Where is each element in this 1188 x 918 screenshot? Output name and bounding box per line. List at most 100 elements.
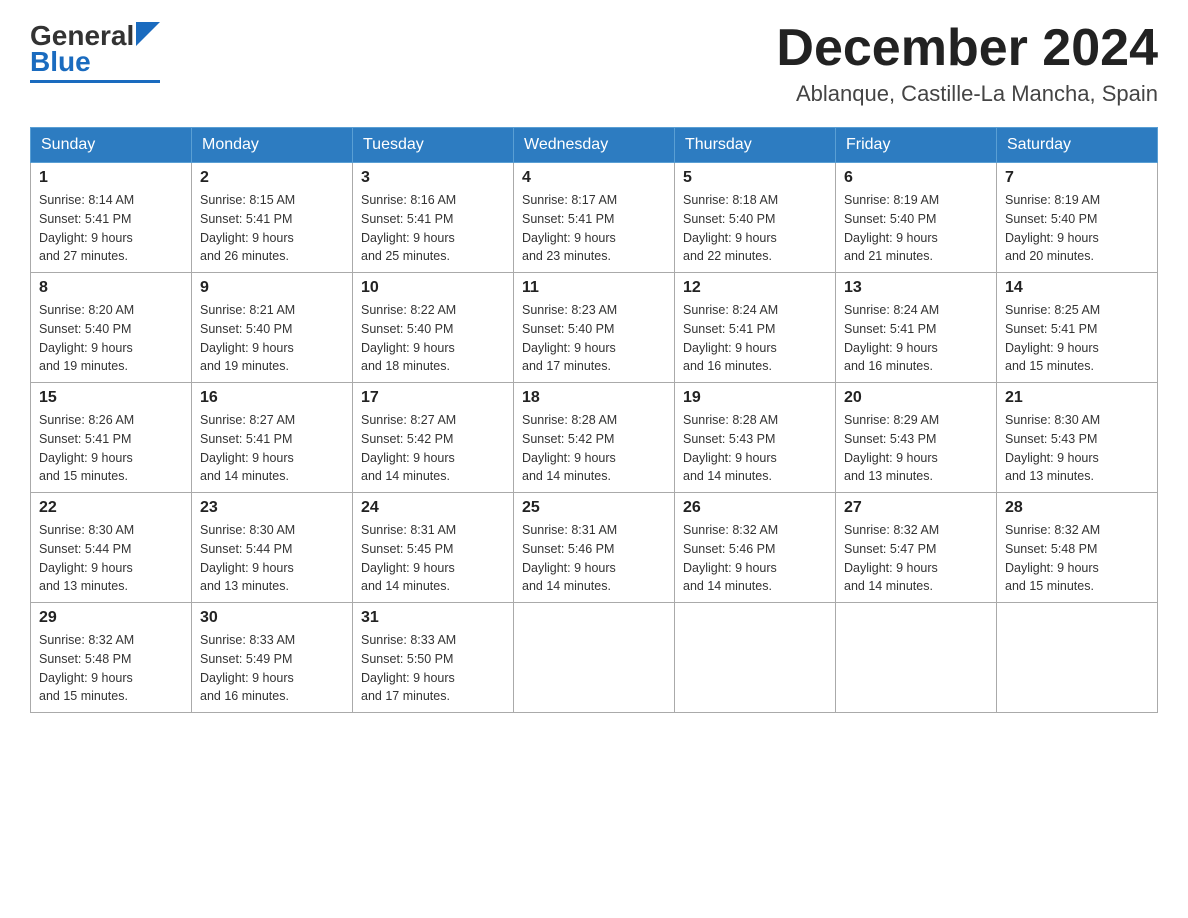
day-info: Sunrise: 8:33 AMSunset: 5:49 PMDaylight:… [200, 631, 344, 706]
calendar-cell: 16 Sunrise: 8:27 AMSunset: 5:41 PMDayligh… [192, 383, 353, 493]
day-number: 29 [39, 609, 183, 627]
weekday-header-row: SundayMondayTuesdayWednesdayThursdayFrid… [31, 128, 1158, 163]
day-info: Sunrise: 8:32 AMSunset: 5:48 PMDaylight:… [1005, 521, 1149, 596]
calendar-cell: 15 Sunrise: 8:26 AMSunset: 5:41 PMDayligh… [31, 383, 192, 493]
logo: General Blue [30, 20, 160, 83]
day-info: Sunrise: 8:24 AMSunset: 5:41 PMDaylight:… [683, 301, 827, 376]
day-info: Sunrise: 8:27 AMSunset: 5:42 PMDaylight:… [361, 411, 505, 486]
day-number: 20 [844, 389, 988, 407]
day-info: Sunrise: 8:31 AMSunset: 5:46 PMDaylight:… [522, 521, 666, 596]
logo-underline [30, 80, 160, 83]
day-info: Sunrise: 8:18 AMSunset: 5:40 PMDaylight:… [683, 191, 827, 266]
calendar-cell: 23 Sunrise: 8:30 AMSunset: 5:44 PMDayligh… [192, 493, 353, 603]
day-number: 16 [200, 389, 344, 407]
calendar-cell: 26 Sunrise: 8:32 AMSunset: 5:46 PMDayligh… [675, 493, 836, 603]
calendar-cell: 18Sunrise: 8:28 AMSunset: 5:42 PMDayligh… [514, 383, 675, 493]
calendar-cell: 9Sunrise: 8:21 AMSunset: 5:40 PMDaylight… [192, 273, 353, 383]
day-number: 24 [361, 499, 505, 517]
day-number: 4 [522, 169, 666, 187]
day-number: 10 [361, 279, 505, 297]
day-number: 2 [200, 169, 344, 187]
calendar-cell: 20 Sunrise: 8:29 AMSunset: 5:43 PMDayligh… [836, 383, 997, 493]
day-number: 8 [39, 279, 183, 297]
calendar-week-row: 8 Sunrise: 8:20 AMSunset: 5:40 PMDaylight… [31, 273, 1158, 383]
logo-blue-text: Blue [30, 46, 91, 78]
calendar-cell: 27 Sunrise: 8:32 AMSunset: 5:47 PMDayligh… [836, 493, 997, 603]
day-number: 1 [39, 169, 183, 187]
day-info: Sunrise: 8:29 AMSunset: 5:43 PMDaylight:… [844, 411, 988, 486]
weekday-header-tuesday: Tuesday [353, 128, 514, 163]
calendar-cell: 19Sunrise: 8:28 AMSunset: 5:43 PMDayligh… [675, 383, 836, 493]
day-number: 23 [200, 499, 344, 517]
calendar-cell: 13 Sunrise: 8:24 AMSunset: 5:41 PMDayligh… [836, 273, 997, 383]
calendar-cell [836, 603, 997, 713]
calendar-cell: 3Sunrise: 8:16 AMSunset: 5:41 PMDaylight… [353, 163, 514, 273]
day-info: Sunrise: 8:30 AMSunset: 5:44 PMDaylight:… [200, 521, 344, 596]
calendar-cell: 7Sunrise: 8:19 AMSunset: 5:40 PMDaylight… [997, 163, 1158, 273]
calendar-table: SundayMondayTuesdayWednesdayThursdayFrid… [30, 127, 1158, 713]
calendar-cell [675, 603, 836, 713]
location-subtitle: Ablanque, Castille-La Mancha, Spain [776, 81, 1158, 107]
calendar-cell: 24 Sunrise: 8:31 AMSunset: 5:45 PMDayligh… [353, 493, 514, 603]
day-info: Sunrise: 8:23 AMSunset: 5:40 PMDaylight:… [522, 301, 666, 376]
calendar-cell: 4 Sunrise: 8:17 AMSunset: 5:41 PMDaylight… [514, 163, 675, 273]
day-info: Sunrise: 8:15 AMSunset: 5:41 PMDaylight:… [200, 191, 344, 266]
calendar-cell: 5 Sunrise: 8:18 AMSunset: 5:40 PMDaylight… [675, 163, 836, 273]
day-number: 15 [39, 389, 183, 407]
day-info: Sunrise: 8:24 AMSunset: 5:41 PMDaylight:… [844, 301, 988, 376]
calendar-cell: 14 Sunrise: 8:25 AMSunset: 5:41 PMDayligh… [997, 273, 1158, 383]
day-number: 18 [522, 389, 666, 407]
day-info: Sunrise: 8:32 AMSunset: 5:47 PMDaylight:… [844, 521, 988, 596]
calendar-cell: 6 Sunrise: 8:19 AMSunset: 5:40 PMDaylight… [836, 163, 997, 273]
weekday-header-friday: Friday [836, 128, 997, 163]
calendar-cell: 28 Sunrise: 8:32 AMSunset: 5:48 PMDayligh… [997, 493, 1158, 603]
day-number: 28 [1005, 499, 1149, 517]
day-info: Sunrise: 8:27 AMSunset: 5:41 PMDaylight:… [200, 411, 344, 486]
day-number: 6 [844, 169, 988, 187]
day-number: 26 [683, 499, 827, 517]
day-number: 27 [844, 499, 988, 517]
title-section: December 2024 Ablanque, Castille-La Manc… [776, 20, 1158, 107]
day-number: 5 [683, 169, 827, 187]
day-info: Sunrise: 8:30 AMSunset: 5:43 PMDaylight:… [1005, 411, 1149, 486]
day-info: Sunrise: 8:32 AMSunset: 5:46 PMDaylight:… [683, 521, 827, 596]
day-info: Sunrise: 8:31 AMSunset: 5:45 PMDaylight:… [361, 521, 505, 596]
day-info: Sunrise: 8:19 AMSunset: 5:40 PMDaylight:… [844, 191, 988, 266]
calendar-week-row: 22Sunrise: 8:30 AMSunset: 5:44 PMDayligh… [31, 493, 1158, 603]
day-number: 3 [361, 169, 505, 187]
calendar-cell: 22Sunrise: 8:30 AMSunset: 5:44 PMDayligh… [31, 493, 192, 603]
day-number: 31 [361, 609, 505, 627]
day-info: Sunrise: 8:20 AMSunset: 5:40 PMDaylight:… [39, 301, 183, 376]
calendar-cell: 25 Sunrise: 8:31 AMSunset: 5:46 PMDayligh… [514, 493, 675, 603]
calendar-cell: 21 Sunrise: 8:30 AMSunset: 5:43 PMDayligh… [997, 383, 1158, 493]
day-info: Sunrise: 8:22 AMSunset: 5:40 PMDaylight:… [361, 301, 505, 376]
calendar-cell: 8 Sunrise: 8:20 AMSunset: 5:40 PMDaylight… [31, 273, 192, 383]
calendar-cell: 11Sunrise: 8:23 AMSunset: 5:40 PMDayligh… [514, 273, 675, 383]
calendar-cell: 29Sunrise: 8:32 AMSunset: 5:48 PMDayligh… [31, 603, 192, 713]
day-info: Sunrise: 8:17 AMSunset: 5:41 PMDaylight:… [522, 191, 666, 266]
day-number: 19 [683, 389, 827, 407]
weekday-header-thursday: Thursday [675, 128, 836, 163]
day-info: Sunrise: 8:25 AMSunset: 5:41 PMDaylight:… [1005, 301, 1149, 376]
day-info: Sunrise: 8:30 AMSunset: 5:44 PMDaylight:… [39, 521, 183, 596]
calendar-cell: 17Sunrise: 8:27 AMSunset: 5:42 PMDayligh… [353, 383, 514, 493]
day-number: 25 [522, 499, 666, 517]
calendar-cell: 12 Sunrise: 8:24 AMSunset: 5:41 PMDayligh… [675, 273, 836, 383]
calendar-week-row: 1 Sunrise: 8:14 AMSunset: 5:41 PMDaylight… [31, 163, 1158, 273]
day-number: 13 [844, 279, 988, 297]
calendar-week-row: 29Sunrise: 8:32 AMSunset: 5:48 PMDayligh… [31, 603, 1158, 713]
calendar-week-row: 15 Sunrise: 8:26 AMSunset: 5:41 PMDayligh… [31, 383, 1158, 493]
day-number: 21 [1005, 389, 1149, 407]
weekday-header-monday: Monday [192, 128, 353, 163]
calendar-cell: 1 Sunrise: 8:14 AMSunset: 5:41 PMDaylight… [31, 163, 192, 273]
calendar-cell [997, 603, 1158, 713]
day-number: 12 [683, 279, 827, 297]
day-number: 14 [1005, 279, 1149, 297]
weekday-header-wednesday: Wednesday [514, 128, 675, 163]
day-info: Sunrise: 8:19 AMSunset: 5:40 PMDaylight:… [1005, 191, 1149, 266]
day-info: Sunrise: 8:14 AMSunset: 5:41 PMDaylight:… [39, 191, 183, 266]
logo-triangle-icon [136, 22, 160, 46]
calendar-cell: 2 Sunrise: 8:15 AMSunset: 5:41 PMDaylight… [192, 163, 353, 273]
weekday-header-saturday: Saturday [997, 128, 1158, 163]
day-info: Sunrise: 8:26 AMSunset: 5:41 PMDaylight:… [39, 411, 183, 486]
